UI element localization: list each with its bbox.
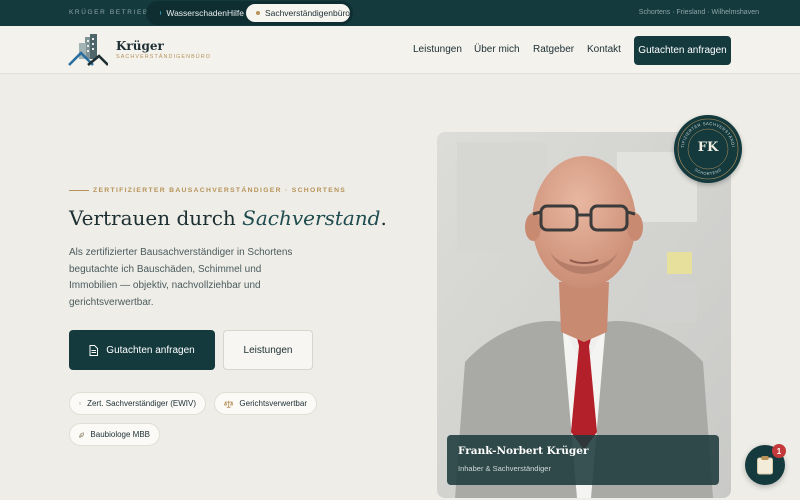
portrait-caption: Frank-Norbert Krüger Inhaber & Sachverst… <box>447 435 719 485</box>
badge-label: Zert. Sachverständiger (EWIV) <box>87 399 196 408</box>
group-brand-label: KRÜGER BETRIEBE <box>69 9 155 16</box>
top-bar: KRÜGER BETRIEBE WasserschadenHilfe Sachv… <box>0 0 800 26</box>
scales-icon <box>224 400 234 408</box>
clipboard-count-badge: 1 <box>772 444 786 458</box>
clipboard-icon <box>757 456 773 475</box>
header-request-button[interactable]: Gutachten anfragen <box>634 36 731 65</box>
badge-building-biologist: Baubiologe MBB <box>69 423 160 446</box>
badge-label: Baubiologe MBB <box>90 430 150 439</box>
logo-name[interactable]: Krüger <box>116 39 164 53</box>
hero-headline: Vertrauen durch Sachverstand. <box>69 206 387 230</box>
leaf-icon <box>79 431 85 438</box>
request-assessment-button[interactable]: Gutachten anfragen <box>69 330 215 370</box>
svg-text:SCHORTENS: SCHORTENS <box>694 167 723 176</box>
headline-start: Vertrauen durch <box>69 206 243 230</box>
expert-role: Inhaber & Sachverständiger <box>458 464 551 473</box>
nav-link-kontakt[interactable]: Kontakt <box>587 44 621 55</box>
headline-end: . <box>380 206 387 230</box>
building-logo-icon[interactable] <box>68 33 108 67</box>
badge-certified: Zert. Sachverständiger (EWIV) <box>69 392 206 415</box>
hero-lead-text: Als zertifizierter Bausachverständiger i… <box>69 247 293 308</box>
seal-initials: FK <box>697 140 719 155</box>
switch-label: WasserschadenHilfe <box>166 8 244 18</box>
shield-check-icon <box>79 402 82 405</box>
switch-label: Sachverständigenbüro <box>264 8 350 18</box>
logo-subtitle: SACHVERSTÄNDIGENBÜRO <box>116 54 212 60</box>
switch-wasserschadenhilfe[interactable]: WasserschadenHilfe <box>150 4 244 22</box>
service-locations: Schortens · Friesland · Wilhelmshaven <box>638 9 759 16</box>
dot-icon <box>256 11 260 15</box>
services-label: Leistungen <box>243 344 293 356</box>
document-icon <box>89 344 99 356</box>
dot-icon <box>160 11 162 15</box>
expert-name: Frank-Norbert Krüger <box>458 445 589 457</box>
eyebrow-text: ZERTIFIZIERTER BAUSACHVERSTÄNDIGER · SCH… <box>93 187 347 194</box>
certification-seal: ZERTIFIZIERTER SACHVERSTÄNDIGER SCHORTEN… <box>674 115 742 183</box>
request-assessment-label: Gutachten anfragen <box>106 344 195 356</box>
hero-eyebrow: ZERTIFIZIERTER BAUSACHVERSTÄNDIGER · SCH… <box>69 187 346 194</box>
main-header: Krüger SACHVERSTÄNDIGENBÜRO Leistungen Ü… <box>0 26 800 74</box>
badge-label: Gerichtsverwertbar <box>239 399 307 408</box>
nav-link-ueber-mich[interactable]: Über mich <box>474 44 520 55</box>
switch-sachverstaendigenbuero[interactable]: Sachverständigenbüro <box>246 4 350 22</box>
eyebrow-rule <box>69 190 89 191</box>
badge-court-usable: Gerichtsverwertbar <box>214 392 317 415</box>
seal-bottom-text: SCHORTENS <box>694 167 722 176</box>
services-button[interactable]: Leistungen <box>223 330 313 370</box>
headline-emphasis: Sachverstand <box>242 206 381 230</box>
site-switcher: WasserschadenHilfe Sachverständigenbüro <box>146 1 353 25</box>
nav-link-ratgeber[interactable]: Ratgeber <box>533 44 574 55</box>
nav-link-leistungen[interactable]: Leistungen <box>413 44 462 55</box>
